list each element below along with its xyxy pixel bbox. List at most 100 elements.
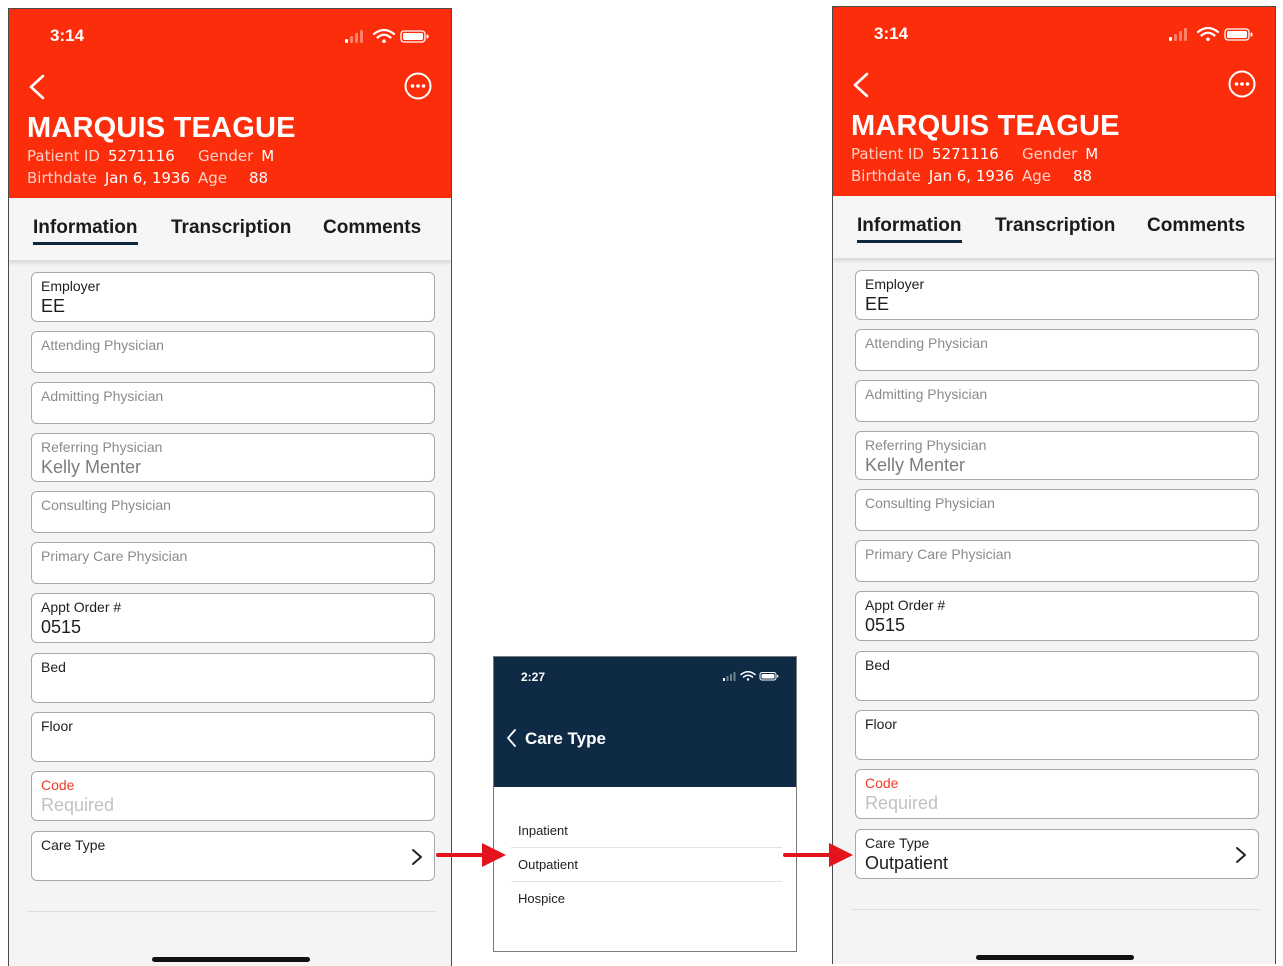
- code-placeholder: Required: [865, 793, 939, 813]
- age-value: 88: [1073, 167, 1093, 185]
- patient-name: MARQUIS TEAGUE: [851, 110, 1120, 142]
- tab-transcription[interactable]: Transcription: [171, 217, 291, 239]
- option-inpatient[interactable]: Inpatient: [518, 823, 568, 838]
- code-field[interactable]: Code Required: [855, 769, 1259, 819]
- signal-icon: [1169, 28, 1187, 41]
- signal-icon: [345, 30, 363, 43]
- employer-value: EE: [41, 296, 66, 316]
- home-indicator: [152, 957, 310, 962]
- primary-care-physician-field[interactable]: Primary Care Physician: [31, 542, 435, 584]
- more-options-icon[interactable]: [403, 71, 433, 101]
- patient-screen-before: 3:14 MARQUIS TEAGUE Patient ID 5271116 Ge…: [8, 8, 452, 966]
- gender-label: Gender: [198, 147, 254, 165]
- patient-name: MARQUIS TEAGUE: [27, 112, 296, 144]
- care-type-field[interactable]: Care Type Outpatient: [855, 829, 1259, 879]
- code-label: Code: [41, 777, 75, 793]
- age-value: 88: [249, 169, 269, 187]
- admitting-physician-label: Admitting Physician: [41, 388, 164, 404]
- back-chevron-icon[interactable]: [505, 728, 519, 748]
- battery-icon: [1224, 28, 1253, 41]
- birthdate-row: Birthdate Jan 6, 1936: [27, 169, 190, 187]
- consulting-physician-field[interactable]: Consulting Physician: [855, 489, 1259, 531]
- consulting-physician-field[interactable]: Consulting Physician: [31, 491, 435, 533]
- gender-row: Gender M: [198, 147, 274, 165]
- back-chevron-icon[interactable]: [23, 71, 55, 103]
- tab-comments[interactable]: Comments: [323, 217, 421, 239]
- tab-transcription[interactable]: Transcription: [995, 215, 1115, 237]
- employer-field[interactable]: Employer EE: [31, 272, 435, 322]
- tab-comments[interactable]: Comments: [1147, 215, 1245, 237]
- bed-label: Bed: [865, 657, 890, 673]
- birthdate-label: Birthdate: [27, 169, 97, 187]
- attending-physician-label: Attending Physician: [41, 337, 164, 353]
- birthdate-row: Birthdate Jan 6, 1936: [851, 167, 1014, 185]
- care-type-label: Care Type: [865, 835, 930, 851]
- appt-order-label: Appt Order #: [865, 597, 946, 613]
- home-indicator: [976, 955, 1134, 960]
- birthdate-value: Jan 6, 1936: [104, 169, 190, 187]
- consulting-physician-label: Consulting Physician: [865, 495, 995, 511]
- referring-physician-field[interactable]: Referring Physician Kelly Menter: [855, 431, 1259, 480]
- bed-field[interactable]: Bed: [855, 651, 1259, 701]
- chevron-right-icon: [1236, 847, 1246, 863]
- status-icons: [723, 671, 779, 681]
- wifi-icon: [1196, 26, 1220, 41]
- gender-value: M: [1085, 145, 1099, 163]
- annotation-arrow-icon: [436, 843, 506, 867]
- referring-physician-field[interactable]: Referring Physician Kelly Menter: [31, 433, 435, 482]
- status-time: 3:14: [50, 26, 85, 45]
- annotation-arrow-icon: [783, 843, 853, 867]
- tab-information[interactable]: Information: [857, 215, 962, 243]
- patient-screen-after: 3:14 MARQUIS TEAGUE Patient ID 5271116 Ge…: [832, 6, 1276, 964]
- attending-physician-field[interactable]: Attending Physician: [855, 329, 1259, 371]
- gender-row: Gender M: [1022, 145, 1098, 163]
- option-divider: [511, 847, 782, 848]
- patient-id-row: Patient ID 5271116: [27, 147, 175, 165]
- wifi-icon: [372, 28, 396, 43]
- battery-icon: [400, 30, 429, 43]
- appt-order-field[interactable]: Appt Order # 0515: [31, 593, 435, 643]
- gender-label: Gender: [1022, 145, 1078, 163]
- employer-label: Employer: [41, 278, 101, 294]
- age-label: Age: [1022, 167, 1052, 185]
- floor-field[interactable]: Floor: [855, 710, 1259, 760]
- code-label: Code: [865, 775, 899, 791]
- code-placeholder: Required: [41, 795, 115, 815]
- patient-id-value: 5271116: [931, 145, 999, 163]
- wifi-icon: [740, 671, 756, 681]
- back-chevron-icon[interactable]: [847, 69, 879, 101]
- primary-care-physician-label: Primary Care Physician: [41, 548, 188, 564]
- admitting-physician-field[interactable]: Admitting Physician: [31, 382, 435, 424]
- admitting-physician-field[interactable]: Admitting Physician: [855, 380, 1259, 422]
- attending-physician-label: Attending Physician: [865, 335, 988, 351]
- patient-header: 3:14 MARQUIS TEAGUE Patient ID 5271116 Ge…: [9, 9, 451, 198]
- care-type-title: Care Type: [525, 729, 606, 748]
- code-field[interactable]: Code Required: [31, 771, 435, 821]
- employer-label: Employer: [865, 276, 925, 292]
- gender-value: M: [261, 147, 275, 165]
- care-type-field[interactable]: Care Type: [31, 831, 435, 881]
- appt-order-value: 0515: [41, 617, 82, 637]
- tab-information[interactable]: Information: [33, 217, 138, 245]
- care-type-header: 2:27 Care Type: [494, 657, 796, 787]
- age-row: Age 88: [198, 169, 268, 187]
- floor-label: Floor: [865, 716, 897, 732]
- option-hospice[interactable]: Hospice: [518, 891, 565, 906]
- list-divider: [851, 909, 1259, 910]
- birthdate-label: Birthdate: [851, 167, 921, 185]
- option-outpatient[interactable]: Outpatient: [518, 857, 578, 872]
- appt-order-field[interactable]: Appt Order # 0515: [855, 591, 1259, 641]
- patient-id-label: Patient ID: [851, 145, 924, 163]
- more-options-icon[interactable]: [1227, 69, 1257, 99]
- status-time: 2:27: [521, 670, 546, 684]
- bed-field[interactable]: Bed: [31, 653, 435, 703]
- tab-bar: Information Transcription Comments: [833, 196, 1275, 258]
- floor-field[interactable]: Floor: [31, 712, 435, 762]
- referring-physician-value: Kelly Menter: [865, 455, 966, 475]
- attending-physician-field[interactable]: Attending Physician: [31, 331, 435, 373]
- primary-care-physician-field[interactable]: Primary Care Physician: [855, 540, 1259, 582]
- employer-field[interactable]: Employer EE: [855, 270, 1259, 320]
- consulting-physician-label: Consulting Physician: [41, 497, 171, 513]
- battery-icon: [759, 672, 779, 681]
- appt-order-label: Appt Order #: [41, 599, 122, 615]
